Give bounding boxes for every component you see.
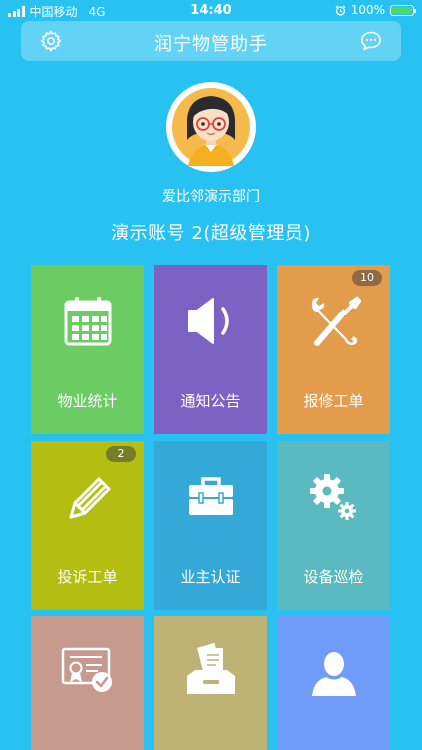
certificate-icon — [61, 647, 112, 692]
battery-icon — [390, 4, 416, 16]
toolbox-icon — [188, 477, 233, 515]
tile-label: 报修工单 — [303, 392, 364, 410]
tile-repair-orders[interactable]: 10 报修工单 — [277, 265, 390, 434]
chat-bubble-icon — [361, 31, 381, 51]
count-badge: 10 — [352, 270, 382, 286]
avatar-girl-icon — [172, 88, 250, 166]
department-name: 爱比邻演示部门 — [162, 189, 260, 205]
battery-percent: 100% — [350, 3, 385, 17]
pencil-icon — [69, 477, 110, 519]
count-badge: 2 — [106, 446, 136, 462]
tile-equipment-inspection[interactable]: 设备巡检 — [277, 441, 390, 610]
tile-label: 设备巡检 — [303, 568, 364, 586]
account-name: 演示账号 2(超级管理员) — [111, 223, 311, 244]
tile-user-profile[interactable] — [277, 616, 390, 750]
tile-documents[interactable] — [154, 616, 267, 750]
tile-label: 通知公告 — [180, 392, 241, 410]
status-right: 100% — [335, 3, 416, 17]
gears-icon — [309, 474, 356, 520]
tile-certificate[interactable] — [31, 616, 144, 750]
user-icon — [311, 652, 356, 696]
alarm-icon — [335, 4, 346, 16]
page-title: 润宁物管助手 — [154, 34, 268, 55]
tile-label: 投诉工单 — [57, 568, 118, 586]
wrench-screwdriver-icon — [311, 296, 361, 346]
calendar-icon — [64, 297, 111, 346]
tile-property-statistics[interactable]: 物业统计 — [31, 265, 144, 434]
tile-complaint-orders[interactable]: 2 投诉工单 — [31, 441, 144, 610]
tile-owner-verification[interactable]: 业主认证 — [154, 441, 267, 610]
tile-label: 物业统计 — [57, 392, 118, 410]
document-tray-icon — [186, 642, 235, 694]
speaker-icon — [187, 298, 229, 344]
app-header: 润宁物管助手 — [21, 21, 401, 61]
status-bar: 中国移动 4G 14:40 100% — [0, 0, 422, 22]
tile-announcements[interactable]: 通知公告 — [154, 265, 267, 434]
avatar[interactable] — [166, 82, 256, 172]
tile-label: 业主认证 — [180, 568, 241, 586]
messages-button[interactable] — [359, 29, 383, 53]
